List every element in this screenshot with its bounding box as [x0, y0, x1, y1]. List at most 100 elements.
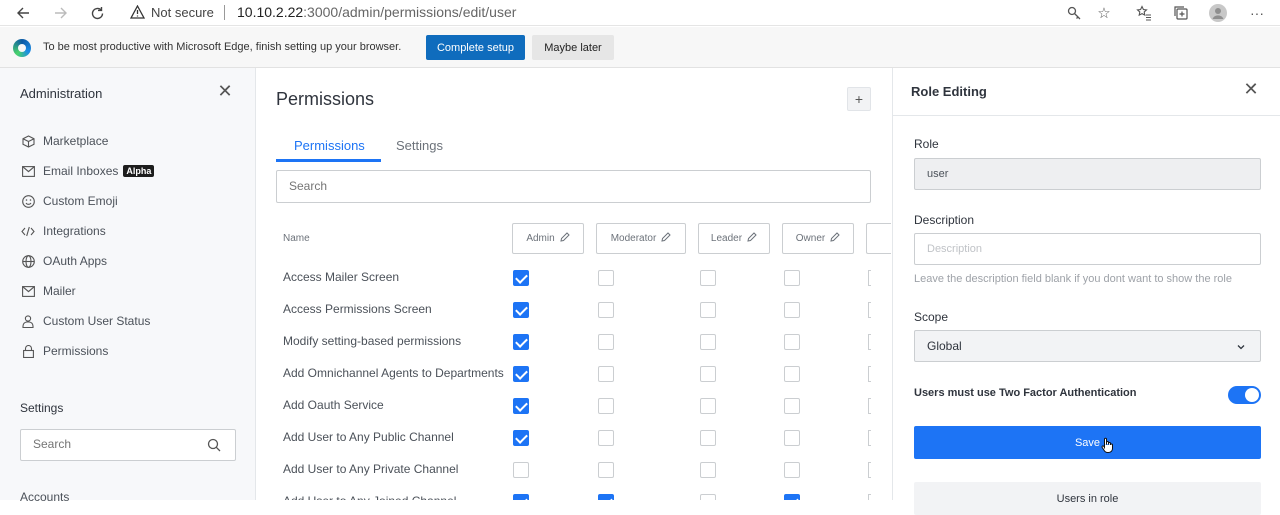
- sidebar-item-marketplace[interactable]: Marketplace: [20, 130, 108, 152]
- tab-permissions[interactable]: Permissions: [294, 138, 365, 153]
- url-text[interactable]: 10.10.2.22:3000/admin/permissions/edit/u…: [237, 4, 516, 20]
- role-header-cutoff[interactable]: [866, 223, 891, 254]
- permission-checkbox-cutoff[interactable]: [868, 334, 871, 350]
- permission-checkbox-owner[interactable]: [784, 398, 800, 414]
- permission-checkbox-admin[interactable]: [513, 334, 529, 350]
- permission-checkbox-cutoff[interactable]: [868, 302, 871, 318]
- role-field[interactable]: user: [914, 158, 1261, 190]
- search-icon[interactable]: [207, 438, 221, 457]
- permission-checkbox-moderator[interactable]: [598, 398, 614, 414]
- mail-icon: [20, 283, 36, 299]
- permission-checkbox-cutoff[interactable]: [868, 398, 871, 414]
- tab-settings[interactable]: Settings: [396, 138, 443, 153]
- permission-checkbox-leader[interactable]: [700, 366, 716, 382]
- permission-checkbox-admin[interactable]: [513, 462, 529, 478]
- permission-checkbox-owner[interactable]: [784, 494, 800, 500]
- warning-icon[interactable]: [129, 4, 146, 24]
- role-header-moderator[interactable]: Moderator: [596, 223, 686, 254]
- sidebar-close-icon[interactable]: ✕: [216, 82, 234, 100]
- permission-checkbox-owner[interactable]: [784, 334, 800, 350]
- permission-checkbox-moderator[interactable]: [598, 334, 614, 350]
- pencil-icon[interactable]: [560, 232, 570, 245]
- sidebar-item-permissions[interactable]: Permissions: [20, 340, 108, 362]
- permission-checkbox-moderator[interactable]: [598, 302, 614, 318]
- permission-checkbox-moderator[interactable]: [598, 270, 614, 286]
- permission-checkbox-leader[interactable]: [700, 334, 716, 350]
- close-icon[interactable]: ✕: [1242, 80, 1260, 98]
- role-header-admin[interactable]: Admin: [512, 223, 584, 254]
- permission-checkbox-leader[interactable]: [700, 462, 716, 478]
- sidebar-item-custom-emoji[interactable]: Custom Emoji: [20, 190, 118, 212]
- permissions-search-input[interactable]: [289, 171, 849, 201]
- scope-label: Scope: [914, 310, 949, 324]
- sidebar-item-custom-user-status[interactable]: Custom User Status: [20, 310, 150, 332]
- favorite-star-icon[interactable]: ☆: [1094, 3, 1114, 23]
- role-editing-panel: Role Editing ✕ Role user Description Des…: [892, 68, 1280, 515]
- sidebar-item-accounts[interactable]: Accounts: [20, 490, 69, 504]
- pencil-icon[interactable]: [747, 232, 757, 245]
- sidebar-search-input[interactable]: [33, 430, 203, 458]
- permission-checkbox-cutoff[interactable]: [868, 494, 871, 500]
- complete-setup-button[interactable]: Complete setup: [426, 35, 525, 60]
- permission-checkbox-admin[interactable]: [513, 494, 529, 500]
- save-button[interactable]: Save: [914, 426, 1261, 459]
- role-header-owner[interactable]: Owner: [782, 223, 854, 254]
- permission-checkbox-leader[interactable]: [700, 270, 716, 286]
- refresh-icon[interactable]: [88, 4, 106, 22]
- permission-checkbox-admin[interactable]: [513, 398, 529, 414]
- pencil-icon[interactable]: [830, 232, 840, 245]
- cube-icon: [20, 133, 36, 149]
- favorites-list-icon[interactable]: [1134, 3, 1154, 23]
- permission-checkbox-leader[interactable]: [700, 430, 716, 446]
- users-in-role-button[interactable]: Users in role: [914, 482, 1261, 515]
- permissions-search[interactable]: [276, 170, 871, 203]
- role-header-leader[interactable]: Leader: [698, 223, 770, 254]
- sidebar-item-label: Custom Emoji: [43, 194, 118, 208]
- back-arrow-icon[interactable]: [14, 4, 32, 22]
- permission-checkbox-cutoff[interactable]: [868, 430, 871, 446]
- permission-checkbox-owner[interactable]: [784, 270, 800, 286]
- permission-checkbox-moderator[interactable]: [598, 462, 614, 478]
- profile-avatar-icon[interactable]: [1208, 3, 1228, 23]
- description-field[interactable]: Description: [914, 233, 1261, 265]
- permission-checkbox-owner[interactable]: [784, 462, 800, 478]
- globe-icon: [20, 253, 36, 269]
- alpha-badge: Alpha: [123, 165, 155, 177]
- add-role-button[interactable]: +: [847, 87, 871, 111]
- permission-checkbox-leader[interactable]: [700, 398, 716, 414]
- permission-checkbox-admin[interactable]: [513, 270, 529, 286]
- permission-checkbox-owner[interactable]: [784, 366, 800, 382]
- permission-checkbox-moderator[interactable]: [598, 430, 614, 446]
- sidebar-search[interactable]: [20, 429, 236, 461]
- sidebar-item-integrations[interactable]: Integrations: [20, 220, 106, 242]
- sidebar-item-mailer[interactable]: Mailer: [20, 280, 76, 302]
- permission-name: Access Permissions Screen: [283, 302, 432, 316]
- permission-checkbox-admin[interactable]: [513, 430, 529, 446]
- permission-name: Add Oauth Service: [283, 398, 384, 412]
- sidebar-item-email-inboxes[interactable]: Email Inboxes Alpha: [20, 160, 155, 182]
- maybe-later-button[interactable]: Maybe later: [532, 35, 614, 60]
- security-label[interactable]: Not secure: [151, 5, 214, 20]
- permission-checkbox-cutoff[interactable]: [868, 366, 871, 382]
- permission-checkbox-moderator[interactable]: [598, 494, 614, 500]
- permission-checkbox-owner[interactable]: [784, 302, 800, 318]
- permission-checkbox-leader[interactable]: [700, 494, 716, 500]
- two-factor-toggle[interactable]: [1228, 386, 1261, 404]
- permission-checkbox-cutoff[interactable]: [868, 462, 871, 478]
- permission-checkbox-moderator[interactable]: [598, 366, 614, 382]
- collections-icon[interactable]: [1171, 3, 1191, 23]
- scope-select[interactable]: Global: [914, 330, 1261, 362]
- table-row: Add Oauth Service: [283, 389, 873, 421]
- forward-arrow-icon[interactable]: [52, 4, 70, 22]
- key-icon[interactable]: [1064, 3, 1084, 23]
- permission-checkbox-cutoff[interactable]: [868, 270, 871, 286]
- sidebar-item-oauth-apps[interactable]: OAuth Apps: [20, 250, 107, 272]
- more-menu-icon[interactable]: ···: [1247, 3, 1267, 23]
- settings-heading: Settings: [20, 401, 64, 415]
- permission-checkbox-leader[interactable]: [700, 302, 716, 318]
- pencil-icon[interactable]: [661, 232, 671, 245]
- permission-checkbox-admin[interactable]: [513, 366, 529, 382]
- table-row: Add User to Any Private Channel: [283, 453, 873, 485]
- permission-checkbox-owner[interactable]: [784, 430, 800, 446]
- permission-checkbox-admin[interactable]: [513, 302, 529, 318]
